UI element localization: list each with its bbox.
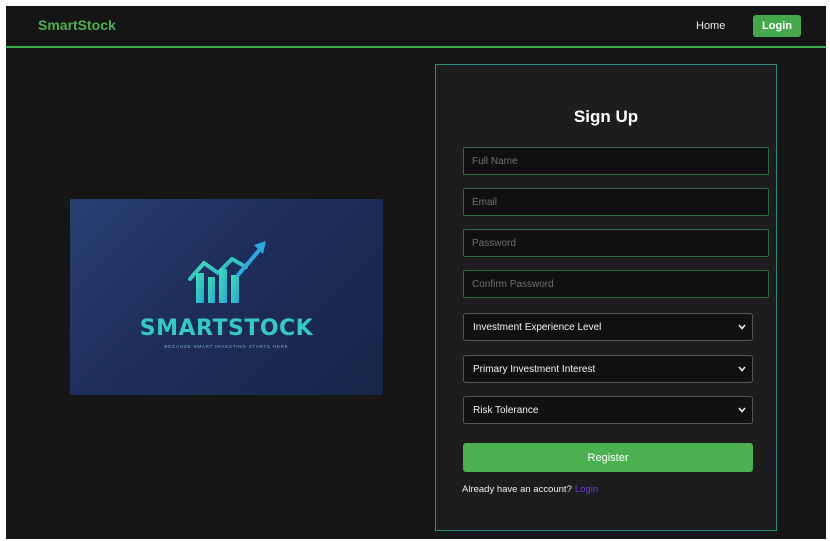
brand-logo[interactable]: SmartStock bbox=[38, 17, 116, 33]
login-prompt: Already have an account? Login bbox=[462, 484, 598, 495]
hero-logo-image: SMARTSTOCK BECAUSE SMART INVESTING START… bbox=[70, 199, 383, 395]
login-link[interactable]: Login bbox=[575, 484, 598, 495]
password-input[interactable] bbox=[463, 229, 769, 257]
signup-title: Sign Up bbox=[573, 107, 639, 126]
nav-login-button[interactable]: Login bbox=[753, 15, 801, 37]
investment-interest-label: Primary Investment Interest bbox=[473, 364, 596, 375]
investment-interest-select[interactable]: Primary Investment Interest bbox=[463, 355, 753, 383]
hero-tagline: BECAUSE SMART INVESTING STARTS HERE bbox=[164, 344, 289, 349]
experience-level-label: Investment Experience Level bbox=[473, 322, 602, 333]
full-name-input[interactable] bbox=[463, 147, 769, 175]
email-input[interactable] bbox=[463, 188, 769, 216]
navbar: SmartStock Home Login bbox=[6, 6, 826, 48]
confirm-password-input[interactable] bbox=[463, 270, 769, 298]
app-frame: SmartStock Home Login SMARTSTOCK BECAUSE… bbox=[6, 6, 826, 539]
signup-card: Sign Up Investment Experience Level Prim… bbox=[435, 64, 777, 531]
login-prompt-text: Already have an account? bbox=[462, 484, 572, 495]
register-button[interactable]: Register bbox=[463, 443, 753, 472]
chevron-down-icon bbox=[738, 407, 746, 413]
nav-home-link[interactable]: Home bbox=[696, 20, 725, 32]
experience-level-select[interactable]: Investment Experience Level bbox=[463, 313, 753, 341]
risk-tolerance-label: Risk Tolerance bbox=[473, 405, 539, 416]
bar-chart-arrow-icon bbox=[188, 241, 266, 303]
hero-wordmark: SMARTSTOCK bbox=[139, 316, 314, 341]
chevron-down-icon bbox=[738, 366, 746, 372]
risk-tolerance-select[interactable]: Risk Tolerance bbox=[463, 396, 753, 424]
chevron-down-icon bbox=[738, 324, 746, 330]
